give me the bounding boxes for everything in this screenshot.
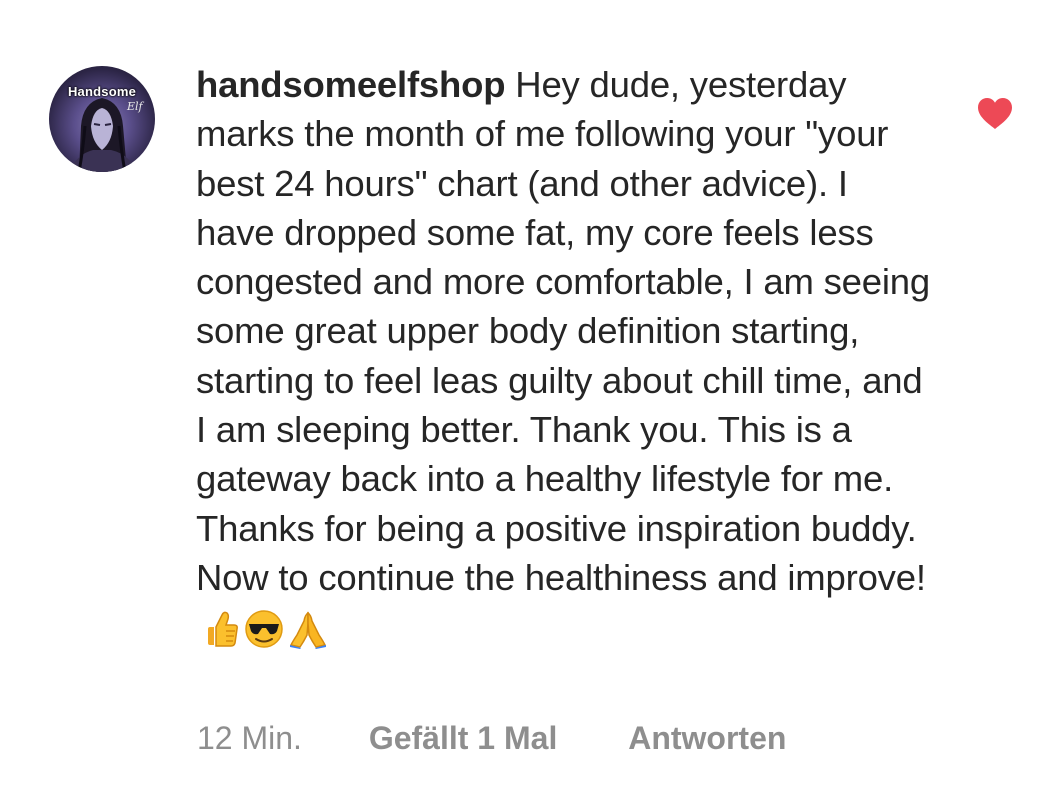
comment-text: Hey dude, yesterday marks the month of m…	[196, 64, 930, 598]
comment-timestamp: 12 Min.	[197, 720, 302, 756]
comment: Handsome Elf handsomeelfshop Hey dude, y…	[0, 0, 1046, 787]
avatar-logo-text: Handsome	[67, 84, 137, 99]
avatar-logo-script: Elf	[127, 100, 143, 113]
likes-count-link[interactable]: Gefällt 1 Mal	[369, 716, 558, 760]
emoji-row	[206, 608, 332, 662]
folded-hands-icon	[288, 609, 328, 661]
avatar-elf-portrait-icon	[69, 98, 137, 172]
sunglasses-face-icon	[244, 609, 284, 661]
avatar[interactable]: Handsome Elf	[49, 66, 155, 172]
like-heart-icon[interactable]	[977, 97, 1013, 131]
thumbs-up-icon	[206, 609, 240, 661]
comment-meta: 12 Min. Gefällt 1 Mal Antworten	[197, 716, 786, 760]
comment-username[interactable]: handsomeelfshop	[196, 64, 506, 105]
comment-body: handsomeelfshop Hey dude, yesterday mark…	[196, 60, 936, 662]
reply-button[interactable]: Antworten	[628, 716, 786, 760]
